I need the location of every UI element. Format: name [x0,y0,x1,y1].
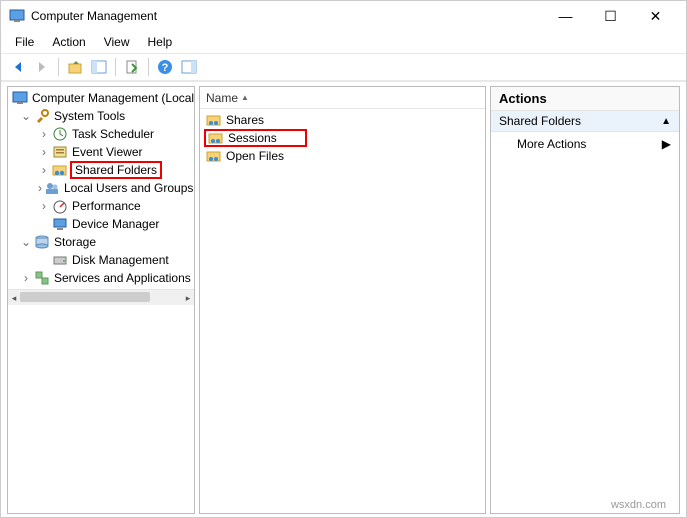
help-button[interactable]: ? [154,56,176,78]
device-manager-icon [52,216,68,232]
min-button[interactable]: — [543,1,588,31]
window-title: Computer Management [31,9,157,23]
max-button[interactable]: ☐ [588,1,633,31]
scroll-left-icon[interactable]: ◂ [8,290,20,306]
tree-device-manager[interactable]: Device Manager [8,215,194,233]
shared-folders-icon [52,162,68,178]
export-list-button[interactable] [121,56,143,78]
actions-more-actions[interactable]: More Actions ▶ [491,132,679,156]
tree-label: Device Manager [70,217,161,231]
users-icon [44,180,60,196]
tree-pane: Computer Management (Local) ⌄ System Too… [7,86,195,514]
svg-text:?: ? [162,62,169,74]
forward-button[interactable] [31,56,53,78]
menu-action[interactable]: Action [44,33,93,51]
tree-local-users-groups[interactable]: › Local Users and Groups [8,179,194,197]
computer-mgmt-icon [12,90,28,106]
menu-view[interactable]: View [96,33,138,51]
tree-services-apps[interactable]: › Services and Applications [8,269,194,287]
clock-icon [52,126,68,142]
column-label: Name [206,91,238,105]
window-controls: — ☐ ✕ [543,1,678,31]
expand-icon[interactable]: › [38,163,50,177]
actions-section-shared-folders[interactable]: Shared Folders ▲ [491,111,679,132]
tree-label: Task Scheduler [70,127,156,141]
tree-label: Performance [70,199,143,213]
tree-event-viewer[interactable]: › Event Viewer [8,143,194,161]
separator-icon [115,58,116,76]
shared-folders-icon [206,148,222,164]
back-button[interactable] [7,56,29,78]
separator-icon [58,58,59,76]
menu-file[interactable]: File [7,33,42,51]
collapse-icon[interactable]: ⌄ [20,235,32,249]
expand-icon[interactable]: › [20,271,32,285]
list-item-label: Sessions [228,131,277,145]
expand-icon[interactable]: › [38,145,50,159]
up-button[interactable] [64,56,86,78]
scroll-thumb[interactable] [20,292,150,302]
list-body: Shares Sessions Open Files [200,109,485,513]
toolbar: ? [1,53,686,81]
collapse-icon[interactable]: ⌄ [20,109,32,123]
app-icon [9,8,25,24]
shared-folders-icon [206,112,222,128]
column-name[interactable]: Name ▲ [206,91,249,105]
expand-icon[interactable]: › [38,181,42,195]
tools-icon [34,108,50,124]
tree-disk-management[interactable]: Disk Management [8,251,194,269]
tree-label: Storage [52,235,98,249]
tree-label: Disk Management [70,253,171,267]
close-button[interactable]: ✕ [633,1,678,31]
menubar: File Action View Help [1,31,686,53]
services-icon [34,270,50,286]
list-item-label: Open Files [226,149,284,163]
list-item-label: Shares [226,113,264,127]
nav-tree: Computer Management (Local) ⌄ System Too… [8,87,194,289]
tree-root-computer-management[interactable]: Computer Management (Local) [8,89,194,107]
section-label: Shared Folders [499,114,581,128]
tree-shared-folders[interactable]: › Shared Folders [8,161,194,179]
show-hide-actions-button[interactable] [178,56,200,78]
actions-pane: Actions Shared Folders ▲ More Actions ▶ [490,86,680,514]
performance-icon [52,198,68,214]
list-item-sessions[interactable]: Sessions [204,129,307,147]
disk-icon [52,252,68,268]
main-panes: Computer Management (Local) ⌄ System Too… [1,81,686,518]
tree-scrollbar[interactable]: ◂ ▸ [8,289,194,305]
tree-system-tools[interactable]: ⌄ System Tools [8,107,194,125]
tree-performance[interactable]: › Performance [8,197,194,215]
collapse-icon[interactable]: ▲ [661,116,671,127]
expand-icon[interactable]: › [38,127,50,141]
list-pane: Name ▲ Shares Sessions Open Files [199,86,486,514]
titlebar: Computer Management — ☐ ✕ [1,1,686,31]
expand-icon[interactable]: › [38,199,50,213]
sort-asc-icon: ▲ [241,93,249,102]
list-item-open-files[interactable]: Open Files [204,147,481,165]
scroll-right-icon[interactable]: ▸ [182,290,194,306]
event-viewer-icon [52,144,68,160]
tree-label: Services and Applications [52,271,193,285]
watermark: wsxdn.com [611,499,666,511]
submenu-arrow-icon: ▶ [662,137,671,151]
entry-label: More Actions [517,137,586,151]
tree-storage[interactable]: ⌄ Storage [8,233,194,251]
tree-label: Shared Folders [70,161,162,179]
separator-icon [148,58,149,76]
tree-task-scheduler[interactable]: › Task Scheduler [8,125,194,143]
list-header[interactable]: Name ▲ [200,87,485,109]
tree-label: Computer Management (Local) [30,91,195,105]
shared-folders-icon [208,130,224,146]
menu-help[interactable]: Help [140,33,181,51]
tree-label: Event Viewer [70,145,144,159]
tree-label: Local Users and Groups [62,181,195,195]
storage-icon [34,234,50,250]
tree-label: System Tools [52,109,127,123]
list-item-shares[interactable]: Shares [204,111,481,129]
actions-header: Actions [491,87,679,111]
show-hide-tree-button[interactable] [88,56,110,78]
